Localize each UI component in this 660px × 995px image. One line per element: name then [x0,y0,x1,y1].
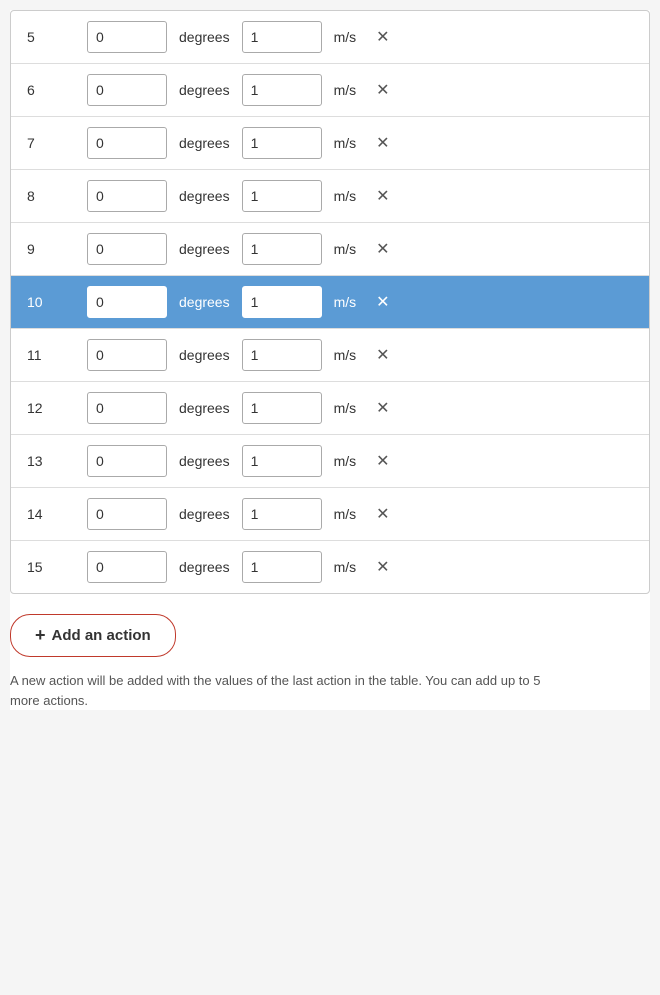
delete-button[interactable]: ✕ [372,133,393,153]
delete-button[interactable]: ✕ [372,186,393,206]
speed-input[interactable] [242,233,322,265]
delete-button[interactable]: ✕ [372,504,393,524]
speed-input[interactable] [242,127,322,159]
angle-input[interactable] [87,551,167,583]
row-number: 15 [27,559,87,575]
speed-unit: m/s [334,241,357,257]
angle-unit: degrees [179,347,230,363]
speed-input[interactable] [242,498,322,530]
row-content: degrees m/s ✕ [87,551,633,583]
delete-button[interactable]: ✕ [372,451,393,471]
table-row: 14 degrees m/s ✕ [11,488,649,541]
actions-table: 5 degrees m/s ✕ 6 degrees m/s ✕ 7 degree… [10,10,650,594]
speed-input[interactable] [242,392,322,424]
hint-text: A new action will be added with the valu… [10,671,550,710]
speed-unit: m/s [334,559,357,575]
row-content: degrees m/s ✕ [87,127,633,159]
row-number: 5 [27,29,87,45]
row-number: 12 [27,400,87,416]
angle-unit: degrees [179,559,230,575]
table-row: 9 degrees m/s ✕ [11,223,649,276]
speed-unit: m/s [334,400,357,416]
angle-input[interactable] [87,339,167,371]
speed-unit: m/s [334,188,357,204]
angle-input[interactable] [87,286,167,318]
table-row: 6 degrees m/s ✕ [11,64,649,117]
row-number: 10 [27,294,87,310]
angle-input[interactable] [87,233,167,265]
row-content: degrees m/s ✕ [87,74,633,106]
table-row: 12 degrees m/s ✕ [11,382,649,435]
angle-input[interactable] [87,445,167,477]
row-content: degrees m/s ✕ [87,339,633,371]
delete-button[interactable]: ✕ [372,557,393,577]
angle-unit: degrees [179,400,230,416]
speed-unit: m/s [334,294,357,310]
angle-input[interactable] [87,498,167,530]
speed-input[interactable] [242,339,322,371]
speed-input[interactable] [242,21,322,53]
table-row: 10 degrees m/s ✕ [11,276,649,329]
speed-input[interactable] [242,445,322,477]
row-number: 13 [27,453,87,469]
row-number: 8 [27,188,87,204]
row-number: 9 [27,241,87,257]
add-action-label: Add an action [52,627,151,644]
row-number: 14 [27,506,87,522]
table-row: 15 degrees m/s ✕ [11,541,649,593]
row-content: degrees m/s ✕ [87,21,633,53]
angle-unit: degrees [179,241,230,257]
speed-input[interactable] [242,74,322,106]
angle-input[interactable] [87,180,167,212]
row-number: 7 [27,135,87,151]
angle-unit: degrees [179,453,230,469]
speed-unit: m/s [334,453,357,469]
table-row: 7 degrees m/s ✕ [11,117,649,170]
angle-unit: degrees [179,29,230,45]
speed-unit: m/s [334,506,357,522]
row-content: degrees m/s ✕ [87,445,633,477]
table-row: 11 degrees m/s ✕ [11,329,649,382]
speed-unit: m/s [334,347,357,363]
angle-input[interactable] [87,74,167,106]
speed-input[interactable] [242,551,322,583]
main-container: 5 degrees m/s ✕ 6 degrees m/s ✕ 7 degree… [10,10,650,710]
table-row: 13 degrees m/s ✕ [11,435,649,488]
row-content: degrees m/s ✕ [87,233,633,265]
angle-input[interactable] [87,21,167,53]
angle-unit: degrees [179,294,230,310]
plus-icon: + [35,625,46,646]
angle-unit: degrees [179,135,230,151]
delete-button[interactable]: ✕ [372,239,393,259]
delete-button[interactable]: ✕ [372,345,393,365]
delete-button[interactable]: ✕ [372,398,393,418]
angle-unit: degrees [179,82,230,98]
row-content: degrees m/s ✕ [87,392,633,424]
speed-unit: m/s [334,135,357,151]
add-action-button[interactable]: + Add an action [10,614,176,657]
speed-input[interactable] [242,180,322,212]
delete-button[interactable]: ✕ [372,292,393,312]
table-row: 8 degrees m/s ✕ [11,170,649,223]
angle-unit: degrees [179,506,230,522]
speed-input[interactable] [242,286,322,318]
row-number: 11 [27,347,87,363]
angle-unit: degrees [179,188,230,204]
table-row: 5 degrees m/s ✕ [11,11,649,64]
speed-unit: m/s [334,82,357,98]
row-content: degrees m/s ✕ [87,180,633,212]
angle-input[interactable] [87,392,167,424]
row-content: degrees m/s ✕ [87,498,633,530]
delete-button[interactable]: ✕ [372,27,393,47]
angle-input[interactable] [87,127,167,159]
speed-unit: m/s [334,29,357,45]
delete-button[interactable]: ✕ [372,80,393,100]
row-number: 6 [27,82,87,98]
row-content: degrees m/s ✕ [87,286,633,318]
